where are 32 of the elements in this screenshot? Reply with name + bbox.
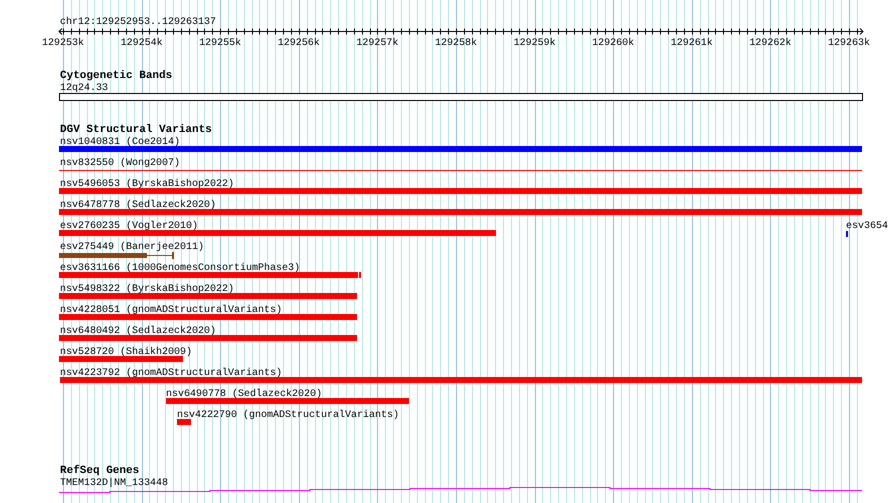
ruler-label: 129255k bbox=[199, 38, 242, 49]
ruler-label: 129263k bbox=[828, 38, 870, 49]
ruler-label: 129261k bbox=[670, 38, 713, 49]
variant-label: nsv528720 (Shaikh2009) bbox=[60, 347, 192, 358]
variant-label: nsv6490778 (Sedlazeck2020) bbox=[166, 389, 322, 400]
location-label: chr12:129252953..129263137 bbox=[60, 17, 216, 28]
gene-label: TMEM132D|NM_133448 bbox=[60, 478, 168, 489]
variant-label: nsv6480492 (Sedlazeck2020) bbox=[60, 326, 216, 337]
ruler-label: 129259k bbox=[514, 38, 556, 49]
ruler-label: 129260k bbox=[592, 38, 634, 49]
ruler-label: 129253k bbox=[42, 38, 84, 49]
variant-label: nsv1040831 (Coe2014) bbox=[60, 137, 180, 148]
variant-label: nsv5498322 (ByrskaBishop2022) bbox=[60, 284, 234, 295]
variant-label: esv3654 bbox=[846, 221, 888, 232]
ruler-label: 129254k bbox=[120, 38, 163, 49]
variant-label: nsv4222790 (gnomADStructuralVariants) bbox=[177, 410, 400, 421]
ruler-label: 129262k bbox=[749, 38, 792, 49]
variant-label: esv275449 (Banerjee2011) bbox=[60, 242, 204, 253]
ruler-label: 129256k bbox=[278, 38, 320, 49]
variant-label: nsv832550 (Wong2007) bbox=[60, 158, 180, 169]
variant-label: nsv4223792 (gnomADStructuralVariants) bbox=[60, 368, 282, 379]
variant-label: nsv4228051 (gnomADStructuralVariants) bbox=[60, 305, 282, 316]
variant-label: nsv5496053 (ByrskaBishop2022) bbox=[60, 179, 234, 190]
track-title: Cytogenetic Bands bbox=[60, 70, 172, 82]
track-title: DGV Structural Variants bbox=[60, 124, 212, 136]
variant-label: nsv6478778 (Sedlazeck2020) bbox=[60, 200, 216, 211]
track-title: RefSeq Genes bbox=[60, 465, 140, 477]
band-label: 12q24.33 bbox=[60, 83, 108, 94]
ruler-label: 129257k bbox=[356, 38, 398, 49]
ruler-label: 129258k bbox=[434, 38, 477, 49]
variant-label: esv2760235 (Vogler2010) bbox=[60, 221, 198, 232]
variant-label: esv3631166 (1000GenomesConsortiumPhase3) bbox=[60, 263, 300, 274]
